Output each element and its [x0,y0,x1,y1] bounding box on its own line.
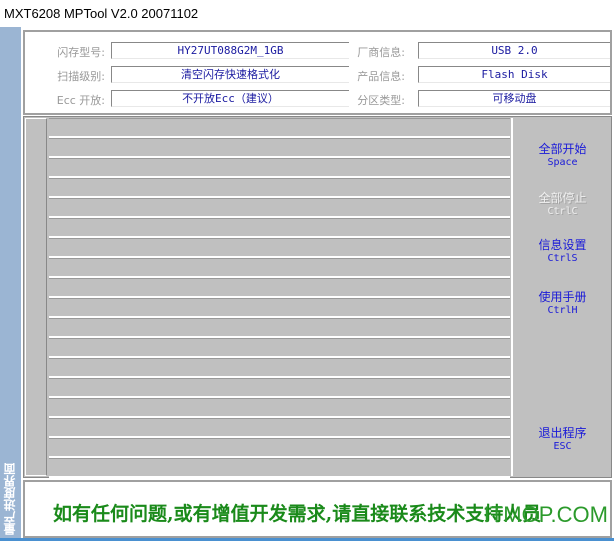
progress-row [49,338,510,358]
watermark: ITMOP.COM [483,502,608,527]
exit-shortcut: ESC [553,441,572,452]
start-all-label: 全部开始 [538,142,587,156]
manual-label: 使用手册 [538,290,587,304]
manual-shortcut: CtrlH [547,305,578,316]
progress-row [49,318,510,338]
progress-row [49,378,510,398]
product-field: Flash Disk [418,66,610,83]
ecc-label: Ecc 开放: [56,94,105,107]
progress-row [49,278,510,298]
start-all-button[interactable]: 全部开始 Space [513,140,612,168]
stop-all-button[interactable]: 全部停止 CtrlC [513,189,612,217]
info-panel: 闪存型号: HY27UT088G2M_1GB 厂商信息: USB 2.0 扫描级… [23,30,612,115]
button-panel: 全部开始 Space 全部停止 CtrlC 信息设置 CtrlS 使用手册 CtrlH … [511,118,610,476]
port-column [25,118,47,476]
partition-field: 可移动盘 [418,90,610,107]
info-settings-label: 信息设置 [538,238,587,252]
progress-rows [49,118,510,478]
window-title: MXT6208 MPTool V2.0 20071102 [4,6,199,21]
vendor-label: 厂商信息: [357,46,405,59]
progress-row [49,118,510,138]
support-message: 如有任何问题,或有增值开发需求,请直接联系技术支持人员 [53,503,542,525]
vendor-field: USB 2.0 [418,42,610,59]
progress-row [49,178,510,198]
scan-level-label: 扫描级别: [57,70,105,83]
start-all-shortcut: Space [547,157,578,168]
progress-row [49,238,510,258]
product-label: 产品信息: [357,70,405,83]
info-settings-shortcut: CtrlS [547,253,578,264]
progress-row [49,358,510,378]
tab-progress[interactable]: 量产进度界面 [1,463,19,535]
flash-model-field: HY27UT088G2M_1GB [111,42,349,59]
message-panel: 如有任何问题,或有增值开发需求,请直接联系技术支持人员 ITMOP.COM [23,480,612,538]
flash-model-label: 闪存型号: [57,46,105,59]
side-strip: 量产进度界面 [0,27,21,541]
progress-row [49,298,510,318]
progress-row [49,418,510,438]
exit-label: 退出程序 [538,426,587,440]
manual-button[interactable]: 使用手册 CtrlH [513,288,612,316]
stop-all-shortcut: CtrlC [547,206,578,217]
progress-row [49,198,510,218]
exit-button[interactable]: 退出程序 ESC [513,424,612,452]
scan-level-field: 清空闪存快速格式化 [111,66,349,83]
progress-row [49,258,510,278]
progress-row [49,438,510,458]
progress-row [49,158,510,178]
progress-row [49,218,510,238]
progress-panel: 全部开始 Space 全部停止 CtrlC 信息设置 CtrlS 使用手册 CtrlH … [23,116,612,478]
progress-row [49,398,510,418]
progress-row [49,458,510,478]
stop-all-label: 全部停止 [538,191,587,205]
info-settings-button[interactable]: 信息设置 CtrlS [513,236,612,264]
partition-label: 分区类型: [357,94,405,107]
ecc-field: 不开放Ecc（建议） [111,90,349,107]
progress-row [49,138,510,158]
